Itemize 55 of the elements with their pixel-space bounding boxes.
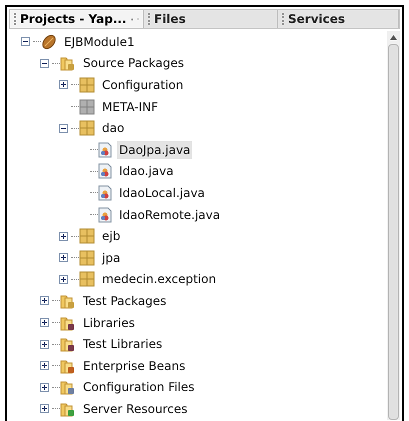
collapse-icon[interactable] — [40, 58, 49, 68]
tree-item[interactable]: dao — [100, 119, 126, 138]
tab[interactable]: Files — [144, 10, 278, 28]
package-icon — [79, 98, 95, 115]
folder-icon — [60, 336, 76, 352]
folder-icon — [60, 292, 76, 309]
expand-icon[interactable] — [59, 274, 68, 284]
expand-icon[interactable] — [40, 404, 49, 414]
folder-icon — [60, 400, 76, 417]
collapse-icon[interactable] — [21, 37, 30, 46]
tree-item[interactable]: Configuration — [100, 76, 186, 94]
expand-icon[interactable] — [40, 361, 49, 370]
java-file-icon — [98, 163, 112, 180]
expand-icon[interactable] — [40, 318, 49, 328]
tree-item[interactable]: Idao.java — [117, 162, 176, 180]
tab[interactable]: Services — [278, 10, 399, 28]
java-file-icon — [98, 184, 112, 201]
bean-icon — [41, 34, 57, 50]
package-icon — [79, 76, 95, 93]
tree-item[interactable]: DaoJpa.java — [117, 140, 192, 159]
expand-icon[interactable] — [40, 340, 49, 349]
tab[interactable]: Projects - Yap... — [10, 10, 144, 28]
folder-icon — [60, 314, 76, 331]
expand-icon[interactable] — [59, 232, 68, 241]
package-icon — [79, 120, 95, 136]
tree-item[interactable]: Enterprise Beans — [81, 356, 188, 375]
tree-item[interactable]: Source Packages — [81, 54, 186, 72]
expand-icon[interactable] — [59, 253, 68, 262]
tree-item[interactable]: Test Libraries — [81, 335, 164, 354]
folder-icon — [60, 55, 76, 72]
expand-icon[interactable] — [59, 80, 68, 90]
scrollbar[interactable] — [387, 31, 400, 420]
package-icon — [79, 228, 95, 244]
folder-icon — [60, 379, 76, 396]
scroll-thumb[interactable] — [388, 44, 399, 420]
java-file-icon — [98, 206, 112, 223]
tree-item[interactable]: jpa — [100, 248, 122, 267]
expand-icon[interactable] — [40, 382, 49, 392]
tree-item[interactable]: medecin.exception — [100, 270, 218, 288]
tree-item[interactable]: META-INF — [100, 98, 160, 116]
tree-item[interactable]: Test Packages — [81, 292, 168, 310]
tree-item[interactable]: IdaoRemote.java — [117, 206, 222, 224]
collapse-icon[interactable] — [59, 124, 68, 133]
tree-item[interactable]: ejb — [100, 227, 122, 246]
scroll-up-icon[interactable] — [390, 35, 397, 40]
tree-item[interactable]: EJBModule1 — [62, 32, 137, 51]
tree-item[interactable]: Configuration Files — [81, 378, 197, 396]
tree-item[interactable]: IdaoLocal.java — [117, 184, 207, 202]
package-icon — [79, 271, 95, 288]
tree-item[interactable]: Server Resources — [81, 400, 190, 418]
tree-item[interactable]: Libraries — [81, 314, 137, 332]
java-file-icon — [98, 142, 112, 158]
expand-icon[interactable] — [40, 296, 49, 306]
package-icon — [79, 250, 95, 266]
folder-icon — [60, 358, 76, 374]
